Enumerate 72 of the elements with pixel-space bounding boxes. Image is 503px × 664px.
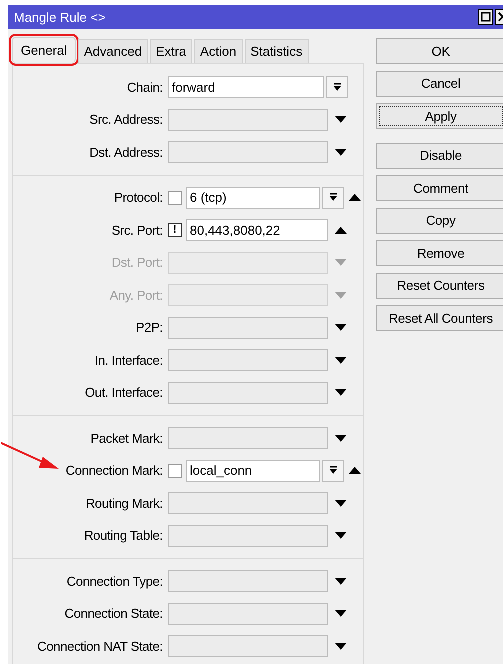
tab[interactable]: Statistics xyxy=(244,39,309,63)
input-field[interactable] xyxy=(168,602,328,625)
input-field[interactable] xyxy=(168,635,328,658)
negate-checkbox[interactable]: ! xyxy=(168,223,182,238)
field-label: Out. Interface: xyxy=(84,385,164,400)
expand-icon[interactable] xyxy=(335,642,347,650)
input-field[interactable] xyxy=(168,349,328,372)
dialog-button[interactable]: Comment xyxy=(376,175,503,201)
field-label: Dst. Address: xyxy=(88,144,164,160)
field-label: Src. Port: xyxy=(110,222,164,238)
field-label: Chain: xyxy=(126,80,164,95)
dropdown-icon xyxy=(328,466,338,476)
input-field[interactable] xyxy=(168,141,328,164)
dialog-button[interactable]: OK xyxy=(376,38,503,64)
input-field[interactable]: 6 (tcp) xyxy=(186,186,320,209)
dialog-button[interactable]: Copy xyxy=(376,208,503,234)
expand-icon[interactable] xyxy=(335,324,347,332)
field-label: Any. Port: xyxy=(108,288,164,303)
field-label: Packet Mark: xyxy=(90,430,164,446)
expand-icon[interactable] xyxy=(335,389,347,396)
tab[interactable]: Extra xyxy=(150,39,192,63)
dropdown-icon xyxy=(328,193,338,202)
tab[interactable]: Action xyxy=(194,39,243,63)
field-label: Dst. Port: xyxy=(110,255,164,270)
expand-icon[interactable] xyxy=(335,532,347,540)
dropdown-button[interactable] xyxy=(322,186,344,209)
field-label: In. Interface: xyxy=(94,352,164,368)
dialog-button[interactable]: Disable xyxy=(376,142,503,168)
field-label: Routing Table: xyxy=(83,528,164,544)
dropdown-button[interactable] xyxy=(322,460,344,482)
tab[interactable]: Advanced xyxy=(78,39,148,63)
field-label: Connection Mark: xyxy=(64,463,164,478)
tab[interactable]: General xyxy=(12,37,76,63)
window-title: Mangle Rule <> xyxy=(14,10,106,24)
maximize-button[interactable] xyxy=(478,9,493,25)
field-label: Connection State: xyxy=(64,606,164,622)
input-field[interactable] xyxy=(168,492,328,514)
field-label: P2P: xyxy=(135,320,164,336)
input-field[interactable] xyxy=(168,427,328,450)
dialog-button[interactable]: Cancel xyxy=(376,70,503,96)
expand-icon[interactable] xyxy=(335,356,347,364)
expand-icon[interactable] xyxy=(335,500,347,507)
expand-icon[interactable] xyxy=(335,148,347,156)
dialog-button[interactable]: Remove xyxy=(376,240,503,266)
input-field[interactable] xyxy=(168,108,328,131)
expand-icon[interactable] xyxy=(335,578,347,585)
field-label: Connection NAT State: xyxy=(36,638,164,654)
negate-checkbox[interactable] xyxy=(168,190,182,205)
negate-checkbox[interactable] xyxy=(168,464,182,478)
input-field[interactable] xyxy=(168,570,328,592)
input-field[interactable]: 80,443,8080,22 xyxy=(186,219,328,242)
maximize-icon xyxy=(480,12,490,22)
input-field[interactable]: local_conn xyxy=(186,460,320,482)
input-field[interactable] xyxy=(168,382,328,404)
collapse-icon[interactable] xyxy=(348,194,360,202)
collapse-icon[interactable] xyxy=(348,467,360,474)
input-field[interactable] xyxy=(168,316,328,339)
input-field[interactable] xyxy=(168,524,328,547)
expand-icon[interactable] xyxy=(335,116,347,124)
expand-icon[interactable] xyxy=(335,434,347,442)
dialog-button[interactable]: Reset All Counters xyxy=(376,305,503,331)
field-label: Src. Address: xyxy=(88,112,164,128)
expand-icon[interactable] xyxy=(335,610,347,618)
dialog-button[interactable]: Apply xyxy=(376,103,503,129)
input-field[interactable]: forward xyxy=(168,76,324,98)
dialog-button[interactable]: Reset Counters xyxy=(376,272,503,298)
dropdown-button[interactable] xyxy=(326,76,348,98)
dropdown-icon xyxy=(332,82,342,92)
field-label: Routing Mark: xyxy=(84,496,164,511)
field-label: Protocol: xyxy=(113,190,164,206)
field-label: Connection Type: xyxy=(66,574,164,589)
collapse-icon[interactable] xyxy=(335,226,347,234)
